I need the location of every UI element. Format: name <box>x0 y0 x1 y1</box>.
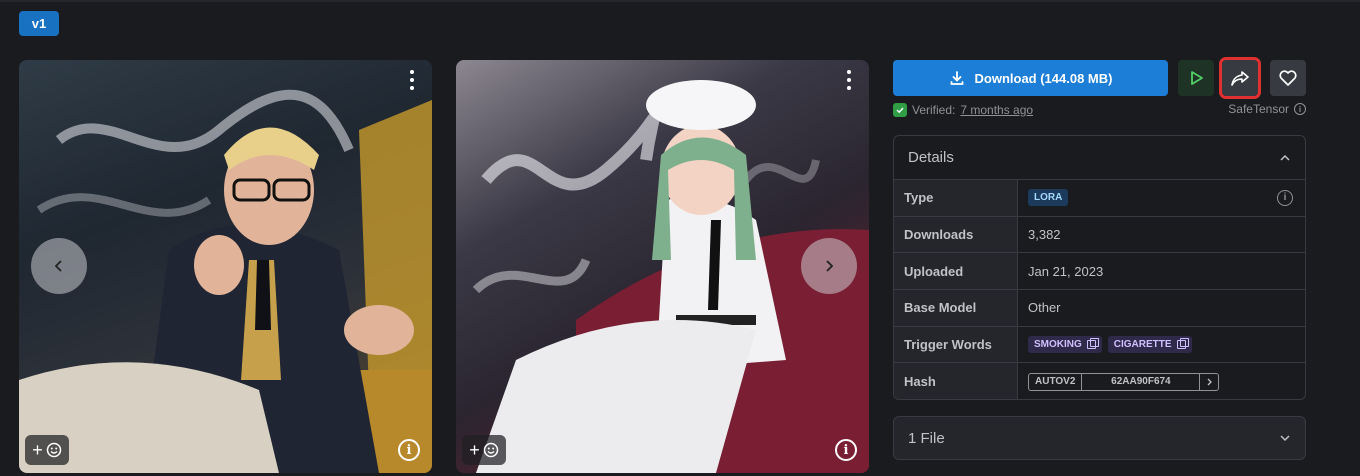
trigger-word-label: CIGARETTE <box>1113 339 1172 351</box>
chevron-up-icon <box>1280 154 1290 161</box>
share-button[interactable] <box>1219 57 1261 99</box>
files-title: 1 File <box>908 429 945 447</box>
trigger-word-chip[interactable]: SMOKING <box>1028 336 1102 354</box>
download-label: Download (144.08 MB) <box>974 70 1113 86</box>
copy-icon <box>1176 338 1189 350</box>
trigger-word-label: SMOKING <box>1034 339 1082 351</box>
detail-key: Uploaded <box>894 253 1018 290</box>
chevron-right-icon[interactable] <box>1200 374 1218 390</box>
hash-value[interactable]: 62AA90F674 <box>1082 373 1201 390</box>
image-info-icon[interactable]: i <box>398 439 420 461</box>
chevron-left-icon <box>54 260 62 272</box>
base-model-value: Other <box>1028 300 1061 316</box>
detail-row-trigger-words: Trigger Words SMOKING CIGARETTE <box>894 326 1305 364</box>
verified-time-link[interactable]: 7 months ago <box>960 103 1033 117</box>
detail-row-base-model: Base Model Other <box>894 290 1305 327</box>
top-divider <box>0 0 1360 2</box>
detail-row-uploaded: Uploaded Jan 21, 2023 <box>894 253 1305 291</box>
plus-icon: + <box>32 439 43 460</box>
file-format-label: SafeTensor <box>1228 102 1289 116</box>
detail-key: Trigger Words <box>894 326 1018 363</box>
hash-selector[interactable]: AUTOV2 62AA90F674 <box>1028 372 1220 391</box>
detail-row-type: Type LORA i <box>894 180 1305 217</box>
files-accordion[interactable]: 1 File <box>893 416 1306 460</box>
chevron-down-icon <box>1280 435 1290 442</box>
smiley-icon <box>46 442 61 458</box>
type-info-icon[interactable]: i <box>1277 189 1293 206</box>
type-badge: LORA <box>1028 189 1069 207</box>
carousel-next-button[interactable] <box>801 238 857 294</box>
smiley-icon <box>483 442 498 458</box>
image-info-icon[interactable]: i <box>835 439 857 461</box>
more-options-icon[interactable] <box>404 68 420 92</box>
details-title: Details <box>908 149 954 166</box>
downloads-value: 3,382 <box>1028 227 1061 243</box>
plus-icon: + <box>469 439 480 460</box>
verified-label: Verified: <box>912 103 956 117</box>
more-options-icon[interactable] <box>841 68 857 92</box>
carousel-prev-button[interactable] <box>31 238 87 294</box>
detail-key: Base Model <box>894 290 1018 326</box>
trigger-word-chip[interactable]: CIGARETTE <box>1107 336 1192 354</box>
detail-key: Type <box>894 180 1018 216</box>
verified-shield-icon <box>893 103 907 117</box>
play-icon <box>1191 71 1203 85</box>
detail-key: Downloads <box>894 216 1018 253</box>
download-icon <box>950 71 963 85</box>
file-format: SafeTensor i <box>1228 102 1306 116</box>
like-button[interactable] <box>1270 60 1306 96</box>
details-header[interactable]: Details <box>894 136 1305 180</box>
verified-status: Verified: 7 months ago <box>893 102 1033 118</box>
add-reaction-button[interactable]: + <box>462 435 506 465</box>
chevron-right-icon <box>826 260 834 272</box>
detail-key: Hash <box>894 363 1018 399</box>
hash-type[interactable]: AUTOV2 <box>1029 373 1083 390</box>
details-panel: Details Type LORA i Downloads 3,382 Uplo… <box>893 135 1306 400</box>
share-icon <box>1231 71 1249 86</box>
detail-row-downloads: Downloads 3,382 <box>894 216 1305 254</box>
format-info-icon[interactable]: i <box>1294 103 1306 115</box>
run-button[interactable] <box>1178 60 1214 96</box>
version-badge-v1[interactable]: v1 <box>19 11 59 36</box>
detail-row-hash: Hash AUTOV2 62AA90F674 <box>894 363 1305 399</box>
uploaded-value: Jan 21, 2023 <box>1028 263 1104 279</box>
download-button[interactable]: Download (144.08 MB) <box>893 60 1168 96</box>
heart-icon <box>1279 70 1297 86</box>
copy-icon <box>1086 338 1099 350</box>
add-reaction-button[interactable]: + <box>25 435 69 465</box>
